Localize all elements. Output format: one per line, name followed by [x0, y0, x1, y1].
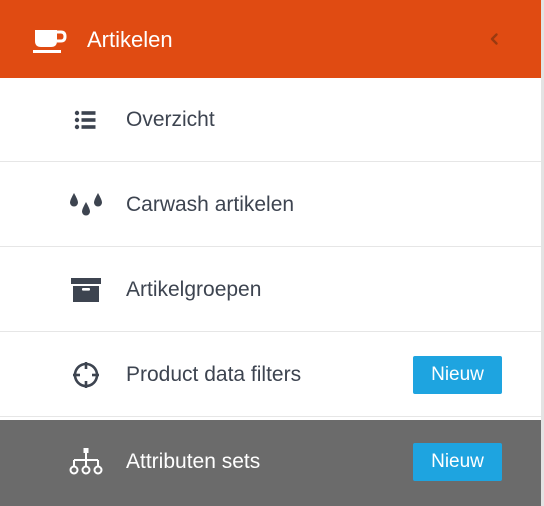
- submenu-item-label: Overzicht: [126, 108, 215, 131]
- sitemap-icon: [69, 448, 103, 475]
- coffee-cup-icon: [33, 30, 67, 53]
- menu-header-title: Artikelen: [87, 27, 173, 52]
- archive-box-icon: [71, 278, 101, 302]
- sidebar-menu: Artikelen Overzicht Carwash artikelen Ar…: [0, 0, 541, 506]
- new-badge: Nieuw: [413, 356, 502, 394]
- water-drops-icon: [70, 193, 102, 216]
- chevron-left-icon[interactable]: [487, 31, 501, 47]
- submenu-item-label: Carwash artikelen: [126, 193, 295, 216]
- submenu-item-label: Artikelgroepen: [126, 278, 262, 301]
- list-icon: [74, 110, 96, 130]
- submenu-item-product-data-filters[interactable]: Product data filters Nieuw: [0, 333, 541, 417]
- submenu-item-carwash-artikelen[interactable]: Carwash artikelen: [0, 163, 541, 247]
- menu-header-artikelen[interactable]: Artikelen: [0, 0, 541, 78]
- submenu-item-overzicht[interactable]: Overzicht: [0, 78, 541, 162]
- new-badge: Nieuw: [413, 443, 502, 481]
- crosshairs-icon: [73, 362, 99, 388]
- submenu-item-label: Product data filters: [126, 363, 302, 386]
- submenu-item-attributen-sets[interactable]: Attributen sets Nieuw: [0, 420, 541, 506]
- submenu-item-artikelgroepen[interactable]: Artikelgroepen: [0, 248, 541, 332]
- submenu-item-label: Attributen sets: [126, 450, 261, 473]
